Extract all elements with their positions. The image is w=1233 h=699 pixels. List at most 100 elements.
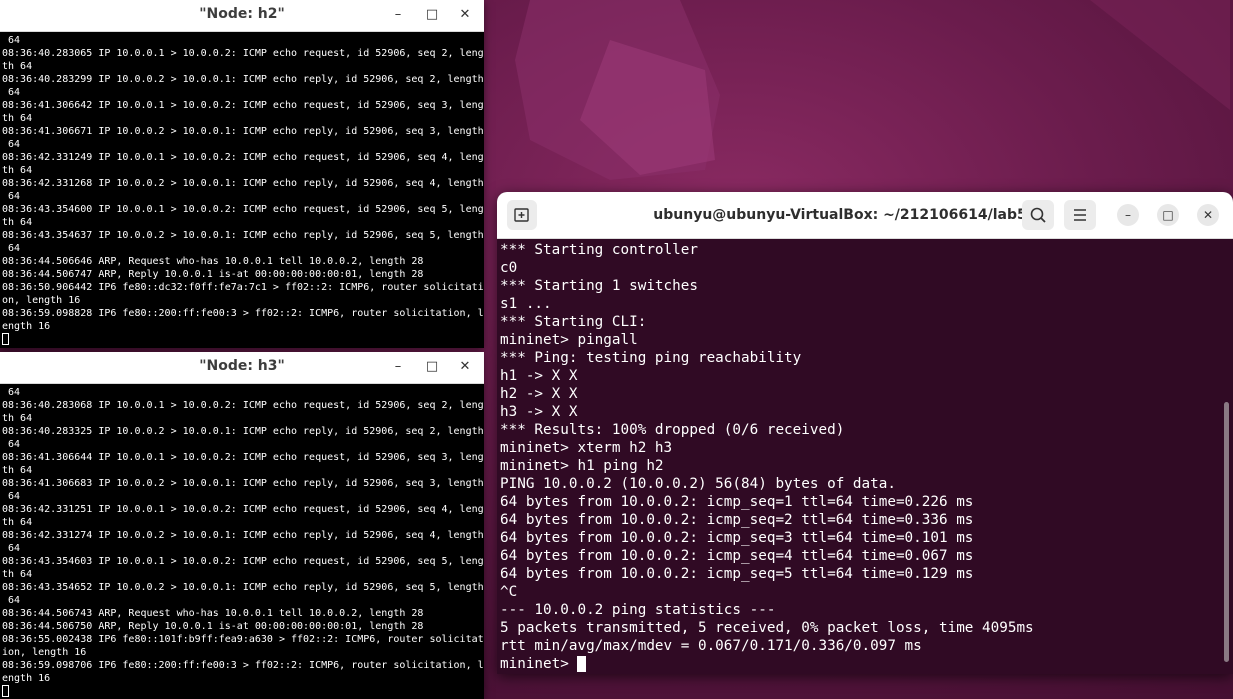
output-line: ength 16 [2, 673, 51, 684]
output-line: 08:36:41.306683 IP 10.0.0.2 > 10.0.0.1: … [2, 478, 484, 489]
output-line: *** Results: 100% dropped (0/6 received) [500, 422, 845, 438]
output-line: h2 -> X X [500, 386, 578, 402]
output-line: 08:36:42.331274 IP 10.0.0.2 > 10.0.0.1: … [2, 530, 484, 541]
output-line: mininet> xterm h2 h3 [500, 440, 673, 456]
output-line: h3 -> X X [500, 404, 578, 420]
output-line: *** Ping: testing ping reachability [500, 350, 802, 366]
output-line: th 64 [2, 569, 33, 580]
minimize-icon[interactable]: – [388, 5, 408, 25]
output-line: ion, length 16 [2, 647, 87, 658]
hamburger-menu-icon [1074, 209, 1086, 221]
output-line: 08:36:44.506750 ARP, Reply 10.0.0.1 is-a… [2, 621, 424, 632]
terminal-headerbar[interactable]: ubunyu@ubunyu-VirtualBox: ~/212106614/la… [497, 192, 1233, 239]
maximize-icon[interactable]: □ [422, 357, 442, 377]
text-cursor [2, 333, 9, 345]
output-line: 08:36:40.283065 IP 10.0.0.1 > 10.0.0.2: … [2, 48, 484, 59]
output-line: on, length 16 [2, 295, 81, 306]
output-line: 08:36:42.331251 IP 10.0.0.1 > 10.0.0.2: … [2, 504, 484, 515]
prompt-text: mininet> [500, 656, 578, 672]
output-line: 08:36:41.306671 IP 10.0.0.2 > 10.0.0.1: … [2, 126, 484, 137]
output-line: 08:36:55.002438 IP6 fe80::101f:b9ff:fea9… [2, 634, 484, 645]
output-line: 64 bytes from 10.0.0.2: icmp_seq=2 ttl=6… [500, 512, 974, 528]
output-line: th 64 [2, 165, 33, 176]
output-line: 64 bytes from 10.0.0.2: icmp_seq=4 ttl=6… [500, 548, 974, 564]
terminal-title: ubunyu@ubunyu-VirtualBox: ~/212106614/la… [653, 207, 1027, 223]
output-line: 64 [2, 387, 21, 398]
terminal-output[interactable]: *** Starting controller c0 *** Starting 1 … [497, 239, 1233, 674]
output-line: c0 [500, 260, 518, 276]
terminal-scrollbar[interactable] [1224, 402, 1229, 662]
output-line: th 64 [2, 517, 33, 528]
output-line: 08:36:42.331268 IP 10.0.0.2 > 10.0.0.1: … [2, 178, 484, 189]
prompt-line[interactable] [2, 333, 482, 346]
xterm-h3-titlebar[interactable]: "Node: h3" – □ ✕ [0, 352, 484, 384]
xterm-window-h2[interactable]: "Node: h2" – □ ✕ 64 08:36:40.283065 IP 10… [0, 0, 484, 348]
output-line: 08:36:44.506743 ARP, Request who-has 10.… [2, 608, 424, 619]
output-line: 08:36:43.354600 IP 10.0.0.1 > 10.0.0.2: … [2, 204, 484, 215]
new-tab-icon [514, 208, 529, 222]
text-cursor [2, 685, 9, 697]
text-cursor [577, 656, 587, 672]
output-line: --- 10.0.0.2 ping statistics --- [500, 602, 776, 618]
output-line: 08:36:43.354637 IP 10.0.0.2 > 10.0.0.1: … [2, 230, 484, 241]
output-line: 64 [2, 491, 21, 502]
xterm-h2-titlebar[interactable]: "Node: h2" – □ ✕ [0, 0, 484, 32]
minimize-icon[interactable]: – [388, 357, 408, 377]
output-line: 64 bytes from 10.0.0.2: icmp_seq=5 ttl=6… [500, 566, 974, 582]
output-line: 64 bytes from 10.0.0.2: icmp_seq=1 ttl=6… [500, 494, 974, 510]
output-line: 08:36:44.506646 ARP, Request who-has 10.… [2, 256, 424, 267]
close-icon[interactable]: ✕ [1197, 204, 1219, 226]
xterm-h2-output[interactable]: 64 08:36:40.283065 IP 10.0.0.1 > 10.0.0.2… [0, 32, 484, 346]
minimize-icon[interactable]: – [1117, 204, 1139, 226]
output-line: *** Starting CLI: [500, 314, 647, 330]
output-line: 64 [2, 87, 21, 98]
output-line: 08:36:50.906442 IP6 fe80::dc32:f0ff:fe7a… [2, 282, 484, 293]
output-line: mininet> pingall [500, 332, 638, 348]
prompt-line[interactable] [2, 685, 482, 698]
search-icon [1030, 207, 1046, 223]
maximize-icon[interactable]: □ [422, 5, 442, 25]
output-line: th 64 [2, 217, 33, 228]
output-line: 64 bytes from 10.0.0.2: icmp_seq=3 ttl=6… [500, 530, 974, 546]
xterm-h3-output[interactable]: 64 08:36:40.283068 IP 10.0.0.1 > 10.0.0.2… [0, 384, 484, 698]
output-line: 08:36:40.283068 IP 10.0.0.1 > 10.0.0.2: … [2, 400, 484, 411]
xterm-h2-title: "Node: h2" [199, 6, 285, 22]
output-line: 64 [2, 543, 21, 554]
terminal-window[interactable]: ubunyu@ubunyu-VirtualBox: ~/212106614/la… [497, 192, 1233, 674]
output-line: 08:36:43.354652 IP 10.0.0.2 > 10.0.0.1: … [2, 582, 484, 593]
xterm-h3-title: "Node: h3" [199, 358, 285, 374]
output-line: ength 16 [2, 321, 51, 332]
output-line: 08:36:41.306644 IP 10.0.0.1 > 10.0.0.2: … [2, 452, 484, 463]
output-line: 08:36:44.506747 ARP, Reply 10.0.0.1 is-a… [2, 269, 424, 280]
output-line: 64 [2, 243, 21, 254]
close-icon[interactable]: ✕ [455, 5, 475, 25]
output-line: rtt min/avg/max/mdev = 0.067/0.171/0.336… [500, 638, 922, 654]
output-line: 08:36:40.283325 IP 10.0.0.2 > 10.0.0.1: … [2, 426, 484, 437]
menu-button[interactable] [1064, 200, 1096, 230]
output-line: 64 [2, 439, 21, 450]
output-line: 5 packets transmitted, 5 received, 0% pa… [500, 620, 1034, 636]
close-icon[interactable]: ✕ [455, 357, 475, 377]
output-line: ^C [500, 584, 518, 600]
output-line: th 64 [2, 113, 33, 124]
output-line: 08:36:40.283299 IP 10.0.0.2 > 10.0.0.1: … [2, 74, 484, 85]
output-line: *** Starting 1 switches [500, 278, 698, 294]
maximize-icon[interactable]: □ [1157, 204, 1179, 226]
output-line: th 64 [2, 61, 33, 72]
output-line: 64 [2, 35, 21, 46]
xterm-window-h3[interactable]: "Node: h3" – □ ✕ 64 08:36:40.283068 IP 10… [0, 352, 484, 699]
output-line: h1 -> X X [500, 368, 578, 384]
output-line: s1 ... [500, 296, 552, 312]
search-button[interactable] [1022, 200, 1054, 230]
output-line: 64 [2, 139, 21, 150]
output-line: th 64 [2, 413, 33, 424]
output-line: th 64 [2, 465, 33, 476]
new-tab-button[interactable] [507, 200, 537, 230]
output-line: 08:36:43.354603 IP 10.0.0.1 > 10.0.0.2: … [2, 556, 484, 567]
output-line: *** Starting controller [500, 242, 698, 258]
output-line: 08:36:42.331249 IP 10.0.0.1 > 10.0.0.2: … [2, 152, 484, 163]
output-line: PING 10.0.0.2 (10.0.0.2) 56(84) bytes of… [500, 476, 896, 492]
prompt-line[interactable]: mininet> [500, 655, 1230, 673]
output-line: 64 [2, 595, 21, 606]
output-line: mininet> h1 ping h2 [500, 458, 664, 474]
